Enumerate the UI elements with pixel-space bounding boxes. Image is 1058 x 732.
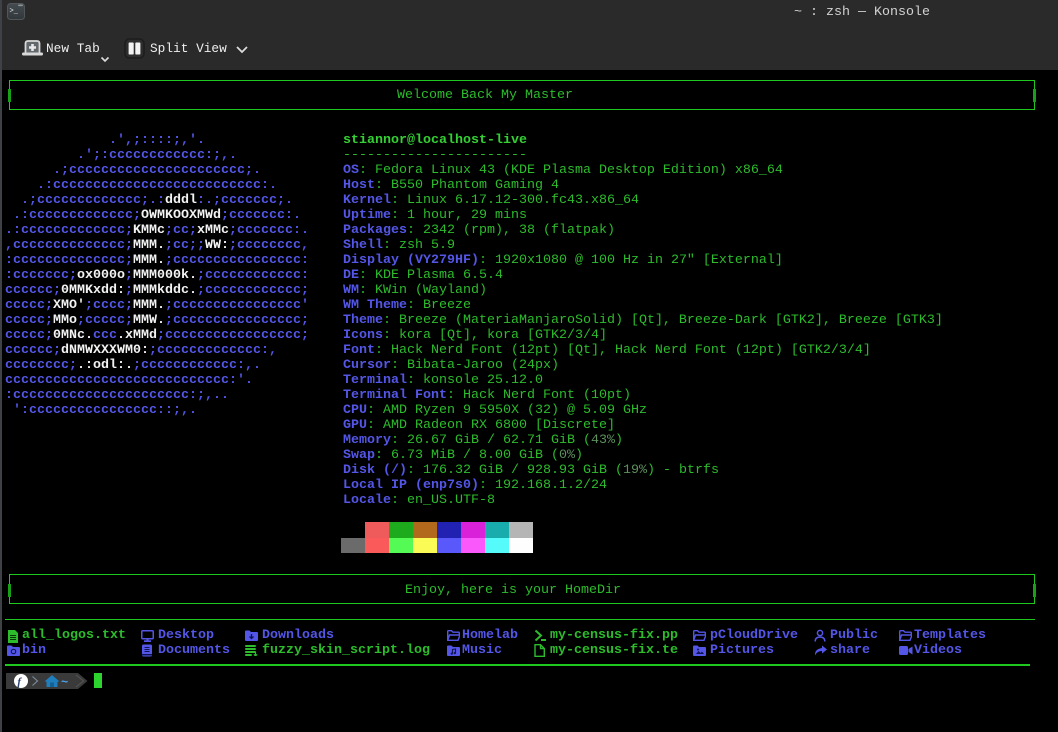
svg-text:~: ~	[61, 675, 68, 689]
svg-text:>_: >_	[10, 8, 19, 16]
